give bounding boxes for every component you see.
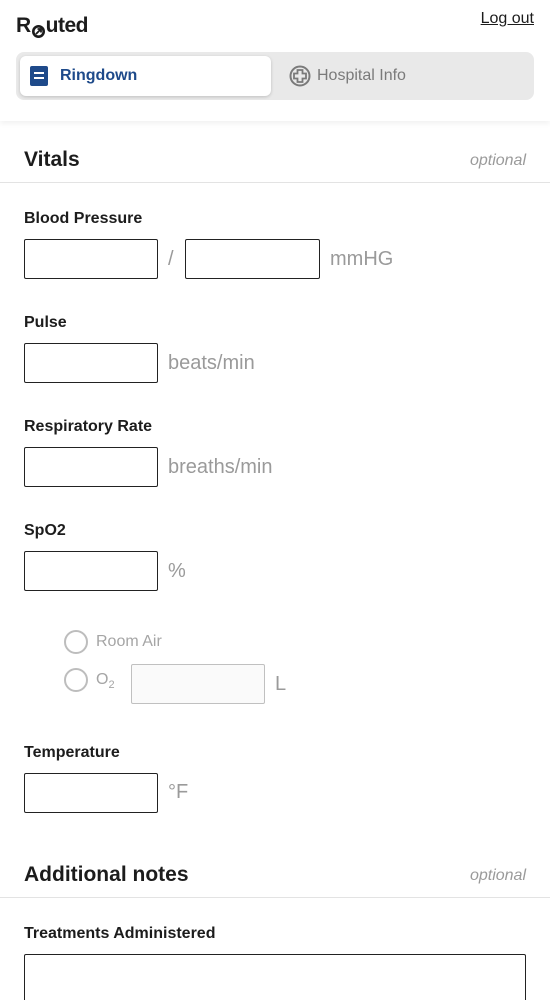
- treatments-label: Treatments Administered: [24, 925, 216, 942]
- spo2-input[interactable]: [24, 551, 158, 591]
- additional-notes-title: Additional notes: [24, 863, 189, 886]
- o2-radio[interactable]: [64, 668, 88, 692]
- app-header: R uted Log out Ringdown Hospital Info: [0, 0, 550, 121]
- pulse-input[interactable]: [24, 343, 158, 383]
- treatments-textarea[interactable]: [24, 954, 526, 1000]
- tab-bar: Ringdown Hospital Info: [16, 52, 534, 100]
- diastolic-input[interactable]: [185, 239, 320, 279]
- bp-separator: /: [168, 248, 174, 270]
- tab-hospital-info-label: Hospital Info: [317, 67, 406, 84]
- o2-flow-unit: L: [275, 673, 287, 695]
- temperature-input[interactable]: [24, 773, 158, 813]
- logout-link[interactable]: Log out: [481, 10, 534, 28]
- respiratory-rate-label: Respiratory Rate: [24, 418, 153, 435]
- temperature-unit: °F: [168, 781, 189, 803]
- systolic-input[interactable]: [24, 239, 158, 279]
- temperature-label: Temperature: [24, 744, 120, 761]
- tab-ringdown-label: Ringdown: [60, 67, 138, 84]
- spo2-unit: %: [168, 560, 186, 582]
- tab-hospital-info[interactable]: Hospital Info: [271, 56, 530, 96]
- pulse-label: Pulse: [24, 314, 67, 331]
- room-air-label: Room Air: [96, 633, 162, 650]
- spo2-label: SpO2: [24, 522, 66, 539]
- additional-notes-optional-label: optional: [469, 867, 526, 884]
- vitals-title: Vitals: [24, 148, 80, 171]
- room-air-radio[interactable]: [64, 630, 88, 654]
- additional-notes-section-header: Additional notes optional: [0, 836, 550, 898]
- respiratory-rate-input[interactable]: [24, 447, 158, 487]
- respiratory-rate-unit: breaths/min: [168, 456, 273, 478]
- routed-logo: R uted: [16, 14, 89, 38]
- pulse-unit: beats/min: [168, 352, 255, 374]
- vitals-section-header: Vitals optional: [0, 121, 550, 183]
- tab-ringdown[interactable]: Ringdown: [20, 56, 271, 96]
- vitals-optional-label: optional: [469, 152, 526, 169]
- logo-arrow-icon: [31, 20, 45, 38]
- o2-label: O2: [96, 671, 115, 692]
- hospital-cross-icon: [289, 65, 311, 87]
- blood-pressure-label: Blood Pressure: [24, 210, 143, 227]
- bp-unit: mmHG: [330, 248, 394, 270]
- o2-flow-input[interactable]: [131, 664, 265, 704]
- document-icon: [30, 66, 48, 86]
